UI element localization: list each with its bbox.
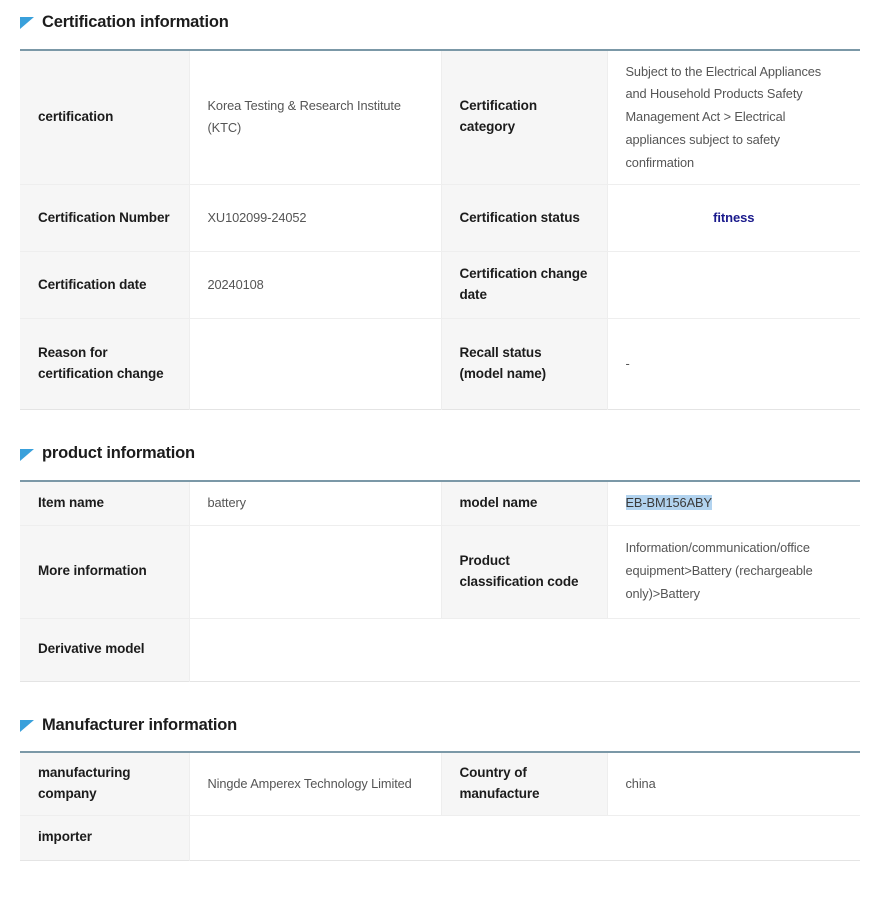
row-label-recall-status: Recall status (model name) — [441, 318, 608, 410]
row-label-certification-change-date: Certification change date — [441, 251, 608, 320]
row-value-recall-status: - — [607, 318, 860, 410]
product-table-wrap: Item name battery model name EB-BM156ABY… — [0, 479, 885, 682]
row-value-manufacturing-company: Ningde Amperex Technology Limited — [189, 752, 442, 816]
certification-table-wrap: certification Korea Testing & Research I… — [0, 48, 885, 411]
row-label-derivative-model: Derivative model — [20, 618, 190, 682]
flag-triangle-icon — [20, 719, 34, 733]
row-value-item-name: battery — [189, 480, 442, 526]
row-value-reason-for-certification-change — [189, 318, 442, 410]
row-value-product-classification-code: Information/communication/office equipme… — [607, 525, 860, 619]
section-product-information: product information Item name battery mo… — [0, 445, 885, 682]
table-row: Derivative model — [20, 618, 860, 682]
row-label-country-of-manufacture: Country of manufacture — [441, 752, 608, 816]
row-label-importer: importer — [20, 815, 190, 861]
row-value-importer — [189, 815, 860, 861]
table-row: More information Product classification … — [20, 525, 860, 619]
section-header-manufacturer: Manufacturer information — [0, 717, 885, 734]
table-row: Reason for certification change Recall s… — [20, 318, 860, 410]
row-value-more-information — [189, 525, 442, 619]
section-title-manufacturer: Manufacturer information — [42, 715, 238, 734]
table-row: certification Korea Testing & Research I… — [20, 49, 860, 186]
status-badge: fitness — [713, 210, 755, 226]
row-value-model-name[interactable]: EB-BM156ABY — [607, 480, 860, 526]
row-value-country-of-manufacture: china — [607, 752, 860, 816]
row-label-certification: certification — [20, 49, 190, 186]
certification-detail-page: Certification information certification … — [0, 0, 885, 861]
manufacturer-information-table: manufacturing company Ningde Amperex Tec… — [20, 751, 860, 861]
table-row: Certification date 20240108 Certificatio… — [20, 251, 860, 320]
section-certification-information: Certification information certification … — [0, 14, 885, 411]
section-header-certification: Certification information — [0, 14, 885, 31]
table-row: importer — [20, 815, 860, 861]
section-title-product: product information — [42, 444, 195, 463]
row-label-certification-category: Certification category — [441, 49, 608, 186]
certification-information-table: certification Korea Testing & Research I… — [20, 48, 860, 411]
row-value-certification-category: Subject to the Electrical Appliances and… — [607, 49, 860, 186]
row-label-reason-for-certification-change: Reason for certification change — [20, 318, 190, 410]
section-header-product: product information — [0, 445, 885, 462]
row-label-product-classification-code: Product classification code — [441, 525, 608, 619]
product-information-table: Item name battery model name EB-BM156ABY… — [20, 479, 860, 682]
row-value-certification-status: fitness — [607, 184, 860, 253]
row-value-certification-date: 20240108 — [189, 251, 442, 320]
table-row: Item name battery model name EB-BM156ABY — [20, 480, 860, 526]
flag-triangle-icon — [20, 448, 34, 462]
row-value-certification-number: XU102099-24052 — [189, 184, 442, 253]
row-label-certification-status: Certification status — [441, 184, 608, 253]
table-row: Certification Number XU102099-24052 Cert… — [20, 184, 860, 253]
row-label-item-name: Item name — [20, 480, 190, 526]
table-row: manufacturing company Ningde Amperex Tec… — [20, 752, 860, 816]
row-label-more-information: More information — [20, 525, 190, 619]
row-label-model-name: model name — [441, 480, 608, 526]
flag-triangle-icon — [20, 16, 34, 30]
selected-model-name-text[interactable]: EB-BM156ABY — [625, 494, 712, 510]
manufacturer-table-wrap: manufacturing company Ningde Amperex Tec… — [0, 751, 885, 861]
row-label-certification-number: Certification Number — [20, 184, 190, 253]
section-title-certification: Certification information — [42, 13, 229, 31]
row-value-derivative-model — [189, 618, 860, 682]
section-manufacturer-information: Manufacturer information manufacturing c… — [0, 717, 885, 861]
row-label-certification-date: Certification date — [20, 251, 190, 320]
row-value-certification-change-date — [607, 251, 860, 320]
row-label-manufacturing-company: manufacturing company — [20, 752, 190, 816]
row-value-certification: Korea Testing & Research Institute (KTC) — [189, 49, 442, 186]
